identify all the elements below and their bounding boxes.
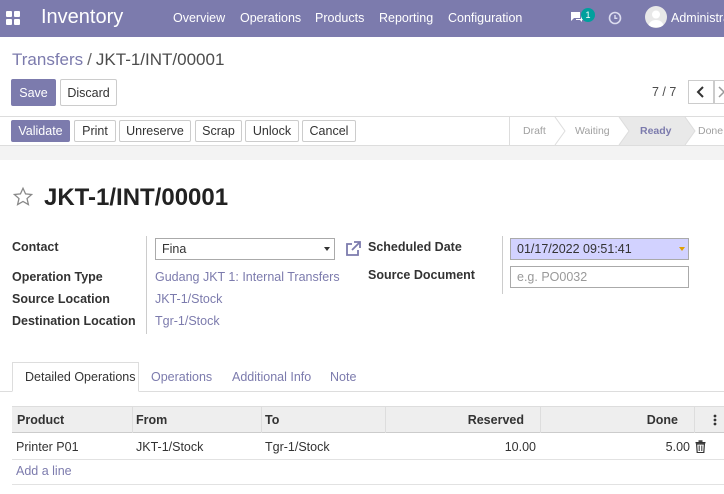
tab-additional-info[interactable]: Additional Info xyxy=(220,362,323,392)
sheet-background xyxy=(0,146,724,160)
source-document-placeholder: e.g. PO0032 xyxy=(517,270,588,284)
row-done: 5.00 xyxy=(665,440,690,454)
column-separator xyxy=(132,407,133,433)
column-from[interactable]: From xyxy=(136,413,167,427)
breadcrumb-separator: / xyxy=(87,50,92,69)
validate-button[interactable]: Validate xyxy=(11,120,70,142)
source-document-label: Source Document xyxy=(368,268,475,282)
column-separator xyxy=(385,407,386,433)
row-reserved: 10.00 xyxy=(504,440,536,454)
add-line-link[interactable]: Add a line xyxy=(16,464,72,478)
menu-configuration[interactable]: Configuration xyxy=(448,11,522,25)
menu-products[interactable]: Products xyxy=(315,11,364,25)
tab-operations[interactable]: Operations xyxy=(139,362,224,392)
destination-location-label: Destination Location xyxy=(12,314,136,328)
cancel-button[interactable]: Cancel xyxy=(302,120,356,142)
menu-reporting[interactable]: Reporting xyxy=(379,11,433,25)
unlock-button[interactable]: Unlock xyxy=(245,120,299,142)
scrap-button[interactable]: Scrap xyxy=(195,120,242,142)
operation-type-label: Operation Type xyxy=(12,270,103,284)
record-title: JKT-1/INT/00001 xyxy=(44,184,229,211)
field-separator-left xyxy=(146,236,147,334)
app-name[interactable]: Inventory xyxy=(41,6,123,29)
user-name[interactable]: Administra xyxy=(671,11,724,25)
pager-next-button[interactable] xyxy=(714,80,724,104)
menu-operations[interactable]: Operations xyxy=(240,11,301,25)
row-to: Tgr-1/Stock xyxy=(265,440,330,454)
row-from: JKT-1/Stock xyxy=(136,440,204,454)
avatar[interactable] xyxy=(645,6,667,28)
column-separator xyxy=(261,407,262,433)
operation-type-link[interactable]: Gudang JKT 1: Internal Transfers xyxy=(155,270,340,284)
stage-waiting[interactable]: Waiting xyxy=(575,117,610,145)
menu-overview[interactable]: Overview xyxy=(173,11,225,25)
pager-previous-button[interactable] xyxy=(688,80,714,104)
scheduled-date-label: Scheduled Date xyxy=(368,240,462,254)
source-document-field[interactable]: e.g. PO0032 xyxy=(510,266,689,288)
column-done[interactable]: Done xyxy=(647,413,678,427)
row-divider xyxy=(12,459,724,460)
message-count-badge: 1 xyxy=(581,8,595,22)
field-separator-right xyxy=(502,236,503,294)
contact-value: Fina xyxy=(162,242,187,256)
print-button[interactable]: Print xyxy=(74,120,116,142)
apps-menu-icon[interactable] xyxy=(6,11,20,25)
destination-location-link[interactable]: Tgr-1/Stock xyxy=(155,314,220,328)
chevron-left-icon xyxy=(696,86,704,98)
table-bottom-border xyxy=(12,484,724,485)
stage-ready[interactable]: Ready xyxy=(640,117,672,145)
tab-note[interactable]: Note xyxy=(318,362,368,392)
star-icon[interactable] xyxy=(12,186,34,208)
pager-value[interactable]: 7 / 7 xyxy=(652,85,676,99)
chevron-right-icon xyxy=(717,86,724,98)
column-reserved[interactable]: Reserved xyxy=(468,413,524,427)
save-button[interactable]: Save xyxy=(11,79,56,106)
column-separator xyxy=(540,407,541,433)
table-header: Product From To Reserved Done xyxy=(12,406,724,433)
stage-done[interactable]: Done xyxy=(698,117,723,145)
contact-dropdown-caret-icon[interactable] xyxy=(324,247,330,251)
column-product[interactable]: Product xyxy=(17,413,64,427)
breadcrumb-transfers[interactable]: Transfers xyxy=(12,50,83,69)
contact-label: Contact xyxy=(12,240,59,254)
scheduled-date-value: 01/17/2022 09:51:41 xyxy=(517,242,632,256)
top-navbar: Inventory Overview Operations Products R… xyxy=(0,0,724,37)
scheduled-date-field[interactable]: 01/17/2022 09:51:41 xyxy=(510,238,689,260)
breadcrumb: Transfers / JKT-1/INT/00001 xyxy=(12,50,224,70)
source-location-link[interactable]: JKT-1/Stock xyxy=(155,292,222,306)
external-link-icon[interactable] xyxy=(344,240,362,258)
trash-icon[interactable] xyxy=(695,440,706,453)
contact-field[interactable]: Fina xyxy=(155,238,335,260)
row-product: Printer P01 xyxy=(16,440,79,454)
discard-button[interactable]: Discard xyxy=(60,79,117,106)
unreserve-button[interactable]: Unreserve xyxy=(119,120,191,142)
source-location-label: Source Location xyxy=(12,292,110,306)
column-separator xyxy=(694,407,695,433)
stage-draft[interactable]: Draft xyxy=(523,117,546,145)
column-to[interactable]: To xyxy=(265,413,279,427)
tab-detailed-operations[interactable]: Detailed Operations xyxy=(12,362,139,392)
breadcrumb-current: JKT-1/INT/00001 xyxy=(95,50,225,69)
clock-icon[interactable] xyxy=(608,11,622,25)
scheduled-date-caret-icon[interactable] xyxy=(679,247,685,251)
optional-columns-icon[interactable] xyxy=(713,414,717,426)
